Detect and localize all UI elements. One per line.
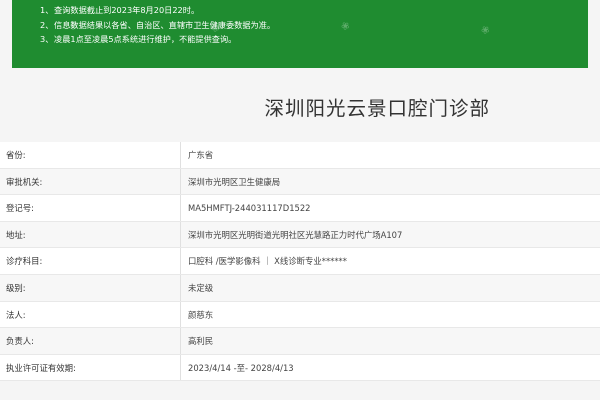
- detail-row-departments: 诊疗科目: 口腔科 /医学影像科 ｜ X线诊断专业******: [0, 248, 600, 275]
- detail-row-person-in-charge: 负责人: 高利民: [0, 328, 600, 355]
- notice-line-text: 凌晨1点至凌晨5点系统进行维护，不能提供查询。: [54, 34, 237, 44]
- detail-label: 地址:: [6, 229, 26, 240]
- notice-line-1: 1、查询数据截止到2023年8月20日22时。: [40, 3, 588, 18]
- notice-line-3: 3、凌晨1点至凌晨5点系统进行维护，不能提供查询。: [40, 32, 588, 47]
- detail-row-approval-authority: 审批机关: 深圳市光明区卫生健康局: [0, 168, 600, 196]
- clinic-title: 深圳阳光云景口腔门诊部: [264, 97, 490, 120]
- column-divider: [180, 248, 181, 274]
- page: 1、查询数据截止到2023年8月20日22时。 2、信息数据结果以各省、自治区、…: [0, 0, 600, 400]
- notice-line-text: 查询数据截止到2023年8月20日22时。: [54, 5, 200, 15]
- column-divider: [180, 274, 181, 301]
- detail-row-registration-number: 登记号: MA5HMFTJ-244031117D1522: [0, 195, 600, 222]
- detail-value: 广东省: [188, 150, 214, 160]
- detail-label: 诊疗科目:: [6, 256, 43, 267]
- detail-value: 口腔科 /医学影像科 ｜ X线诊断专业******: [188, 256, 347, 267]
- column-divider: [180, 328, 181, 354]
- detail-row-address: 地址: 深圳市光明区光明街道光明社区光慧路正力时代广场A107: [0, 221, 600, 249]
- clinic-details-table: 省份: 广东省 审批机关: 深圳市光明区卫生健康局 登记号: MA5HMFTJ-…: [0, 142, 600, 382]
- detail-label: 法人:: [6, 309, 26, 320]
- notice-line-2: 2、信息数据结果以各省、自治区、直辖市卫生健康委数据为准。: [40, 18, 588, 33]
- detail-label: 级别:: [6, 282, 26, 293]
- detail-label: 登记号:: [6, 203, 34, 214]
- detail-row-level: 级别: 未定级: [0, 274, 600, 302]
- detail-value: 深圳市光明区光明街道光明社区光慧路正力时代广场A107: [188, 229, 403, 240]
- notice-banner: 1、查询数据截止到2023年8月20日22时。 2、信息数据结果以各省、自治区、…: [12, 0, 588, 68]
- column-divider: [180, 195, 181, 221]
- notice-line-number: 3、: [40, 34, 54, 44]
- detail-label: 执业许可证有效期:: [6, 362, 76, 373]
- column-divider: [180, 142, 181, 168]
- detail-value: 2023/4/14 -至- 2028/4/13: [188, 362, 294, 373]
- detail-row-license-validity: 执业许可证有效期: 2023/4/14 -至- 2028/4/13: [0, 354, 600, 382]
- detail-value: 未定级: [188, 282, 214, 293]
- column-divider: [180, 221, 181, 248]
- notice-line-number: 2、: [40, 19, 54, 30]
- column-divider: [180, 301, 181, 328]
- detail-value: MA5HMFTJ-244031117D1522: [188, 203, 311, 214]
- notice-line-text: 信息数据结果以各省、自治区、直辖市卫生健康委数据为准。: [54, 19, 276, 30]
- detail-label: 审批机关:: [6, 176, 43, 187]
- detail-row-legal-representative: 法人: 颜慈东: [0, 301, 600, 329]
- column-divider: [180, 354, 181, 381]
- detail-value: 高利民: [188, 336, 214, 347]
- detail-value: 颜慈东: [188, 309, 214, 320]
- detail-value: 深圳市光明区卫生健康局: [188, 176, 281, 187]
- detail-row-province: 省份: 广东省: [0, 142, 600, 169]
- column-divider: [180, 168, 181, 195]
- detail-label: 省份:: [6, 150, 26, 160]
- notice-line-number: 1、: [40, 5, 54, 15]
- detail-label: 负责人:: [6, 336, 34, 347]
